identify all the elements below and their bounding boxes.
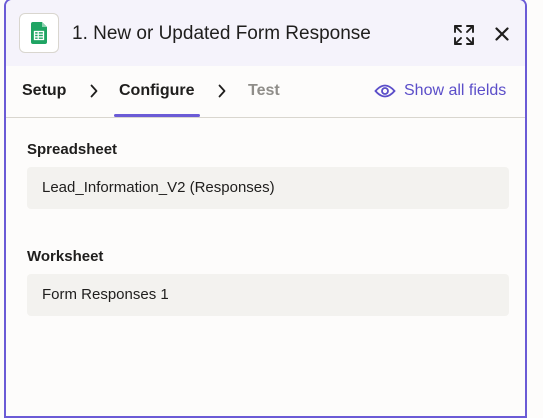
- google-sheets-icon: [31, 22, 47, 44]
- expand-icon: [454, 25, 474, 45]
- close-icon: [495, 27, 509, 41]
- active-tab-indicator: [114, 114, 200, 117]
- tab-setup[interactable]: Setup: [22, 82, 66, 100]
- tab-test[interactable]: Test: [248, 82, 280, 100]
- expand-button[interactable]: [451, 22, 477, 48]
- step-panel: 1. New or Updated Form Response Setup Co…: [4, 0, 527, 418]
- worksheet-field[interactable]: Form Responses 1: [27, 274, 509, 316]
- step-title: 1. New or Updated Form Response: [72, 23, 371, 44]
- show-all-fields-label: Show all fields: [404, 82, 507, 99]
- worksheet-label: Worksheet: [27, 248, 104, 265]
- spreadsheet-label: Spreadsheet: [27, 141, 118, 158]
- panel-header: 1. New or Updated Form Response: [6, 0, 525, 66]
- chevron-right-icon: [87, 82, 101, 100]
- step-tabs: Setup Configure Test Show all fields: [6, 66, 525, 118]
- chevron-right-icon: [215, 82, 229, 100]
- app-icon-button[interactable]: [19, 13, 59, 53]
- eye-icon: [374, 84, 396, 98]
- spreadsheet-field[interactable]: Lead_Information_V2 (Responses): [27, 167, 509, 209]
- show-all-fields-button[interactable]: Show all fields: [374, 80, 506, 102]
- tab-configure[interactable]: Configure: [119, 82, 195, 100]
- close-button[interactable]: [490, 22, 514, 46]
